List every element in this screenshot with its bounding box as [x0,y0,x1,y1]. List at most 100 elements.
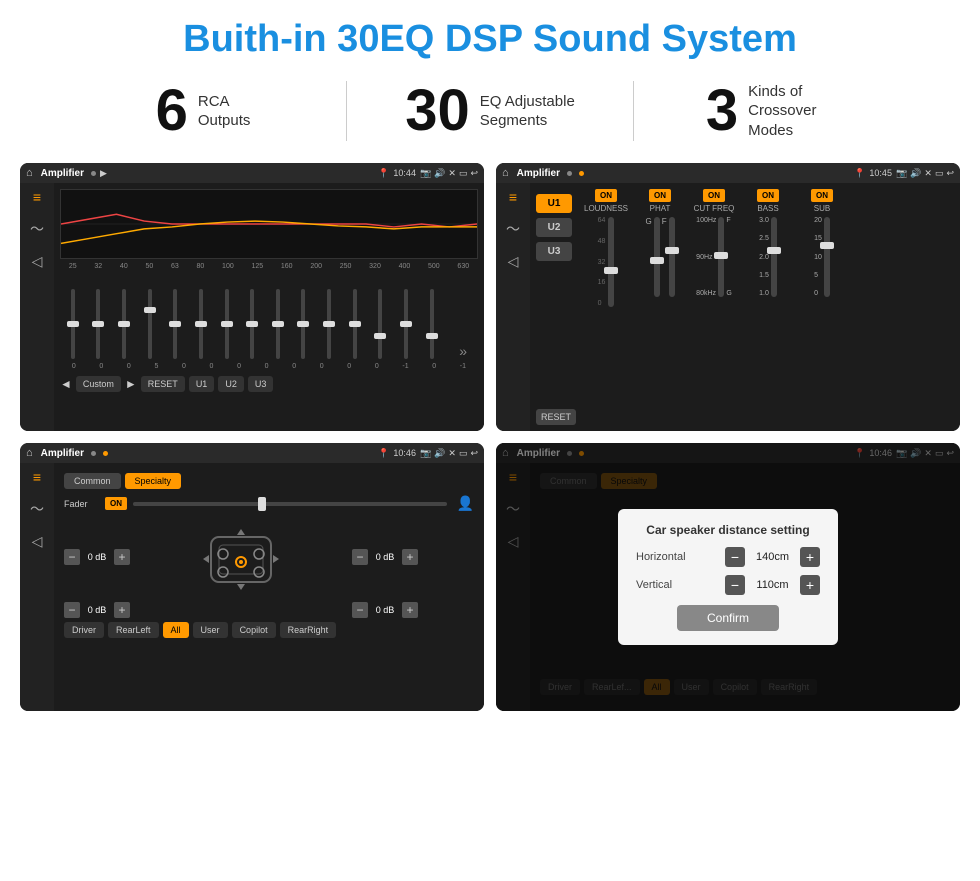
wave-icon-3[interactable]: 〜 [30,499,44,519]
eq-slider-2[interactable] [122,289,126,359]
eq-icon-2[interactable]: ≡ [509,189,517,205]
u3-btn[interactable]: U3 [248,376,274,392]
home-icon[interactable]: ⌂ [26,167,33,179]
home-icon-2[interactable]: ⌂ [502,167,509,179]
eq-bottom-bar: ◄ Custom ► RESET U1 U2 U3 [60,376,478,392]
status-icons-1: 📷 🔊 ✕ ▭ ↩ [420,168,478,179]
all-btn[interactable]: All [163,622,189,638]
custom-btn[interactable]: Custom [76,376,121,392]
dot-2a [567,171,572,176]
eq-icon[interactable]: ≡ [33,189,41,205]
vertical-minus-btn[interactable]: − [725,575,745,595]
sub-on-btn[interactable]: ON [811,189,833,202]
fl-plus-btn[interactable]: + [114,549,130,565]
rr-minus-btn[interactable]: − [352,602,368,618]
stat-number-6: 6 [156,82,188,140]
fader-track[interactable] [133,502,447,506]
screen-inner-2: ≡ 〜 ◁ U1 U2 U3 RESET ON LO [496,183,960,431]
screen-dialog: ⌂ Amplifier 📍 10:46 📷 🔊 ✕ ▭ ↩ ≡ 〜 ◁ [496,443,960,711]
eq-slider-1[interactable] [96,289,100,359]
next-icon[interactable]: ► [125,377,137,391]
fr-control: − 0 dB + [352,549,474,565]
rl-minus-btn[interactable]: − [64,602,80,618]
user-btn[interactable]: User [193,622,228,638]
horizontal-minus-btn[interactable]: − [725,547,745,567]
stat-label-rca: RCAOutputs [198,92,251,131]
fader-on-btn[interactable]: ON [105,497,127,510]
sub-slider[interactable] [824,217,830,297]
eq-slider-11[interactable] [353,289,357,359]
dot-3a [91,451,96,456]
home-icon-3[interactable]: ⌂ [26,447,33,459]
volume-icon-2: 🔊 [910,168,921,179]
prev-icon[interactable]: ◄ [60,377,72,391]
horizontal-plus-btn[interactable]: + [800,547,820,567]
eq-slider-5[interactable] [199,289,203,359]
bass-on-btn[interactable]: ON [757,189,779,202]
speaker-icon-3[interactable]: ◁ [32,533,43,550]
vertical-control: − 110cm + [725,575,820,595]
eq-slider-6[interactable] [225,289,229,359]
back-icon-3: ↩ [470,448,478,459]
eq-chart [60,189,478,259]
fader-thumb [258,497,266,511]
speaker-icon-2[interactable]: ◁ [508,253,519,270]
u1-preset[interactable]: U1 [536,194,572,213]
wave-icon-2[interactable]: 〜 [506,219,520,239]
driver-btn[interactable]: Driver [64,622,104,638]
u2-btn[interactable]: U2 [218,376,244,392]
screen-eq: ⌂ Amplifier ▶ 📍 10:44 📷 🔊 ✕ ▭ ↩ ≡ 〜 ◁ [20,163,484,431]
location-icon-2: 📍 [854,168,865,179]
fr-minus-btn[interactable]: − [352,549,368,565]
tab-specialty[interactable]: Specialty [125,473,182,489]
phat-on-btn[interactable]: ON [649,189,671,202]
back-icon-1: ↩ [470,168,478,179]
eq-slider-3[interactable] [148,289,152,359]
rearright-btn[interactable]: RearRight [280,622,337,638]
vertical-plus-btn[interactable]: + [800,575,820,595]
rl-plus-btn[interactable]: + [114,602,130,618]
rl-value: 0 dB [83,605,111,615]
eq-slider-4[interactable] [173,289,177,359]
minimize-icon: ▭ [459,168,468,179]
status-bar-3: ⌂ Amplifier 📍 10:46 📷 🔊 ✕ ▭ ↩ [20,443,484,463]
dot-3b [103,451,108,456]
eq-slider-10[interactable] [327,289,331,359]
cutfreq-slider[interactable] [718,217,724,297]
loudness-slider[interactable] [608,217,614,307]
copilot-btn[interactable]: Copilot [232,622,276,638]
reset-btn-2[interactable]: RESET [536,409,576,425]
loudness-on-btn[interactable]: ON [595,189,617,202]
phat-slider-f[interactable] [669,217,675,297]
app-title-3: Amplifier [41,448,84,459]
rr-plus-btn[interactable]: + [402,602,418,618]
bass-slider[interactable] [771,217,777,297]
location-icon-3: 📍 [378,448,389,459]
eq-slider-9[interactable] [301,289,305,359]
eq-slider-14[interactable] [430,289,434,359]
camera-icon: 📷 [420,168,431,179]
reset-btn-1[interactable]: RESET [141,376,185,392]
more-icon[interactable]: » [459,343,467,359]
eq-slider-0[interactable] [71,289,75,359]
eq-slider-13[interactable] [404,289,408,359]
eq-icon-3[interactable]: ≡ [33,469,41,485]
wave-icon[interactable]: 〜 [30,219,44,239]
fl-minus-btn[interactable]: − [64,549,80,565]
eq-slider-8[interactable] [276,289,280,359]
u3-preset[interactable]: U3 [536,242,572,261]
phat-slider-g[interactable] [654,217,660,297]
u1-btn[interactable]: U1 [189,376,215,392]
ch-sub: ON SUB 20 15 10 5 0 [797,189,847,425]
u2-preset[interactable]: U2 [536,218,572,237]
eq-value-labels: 000 500 000 000 -10-1 [60,363,478,370]
cutfreq-on-btn[interactable]: ON [703,189,725,202]
confirm-button[interactable]: Confirm [677,605,779,631]
tab-common[interactable]: Common [64,473,121,489]
speaker-icon[interactable]: ◁ [32,253,43,270]
stats-row: 6 RCAOutputs 30 EQ AdjustableSegments 3 … [0,71,980,155]
rearleft-btn[interactable]: RearLeft [108,622,159,638]
eq-slider-7[interactable] [250,289,254,359]
eq-slider-12[interactable] [378,289,382,359]
fr-plus-btn[interactable]: + [402,549,418,565]
